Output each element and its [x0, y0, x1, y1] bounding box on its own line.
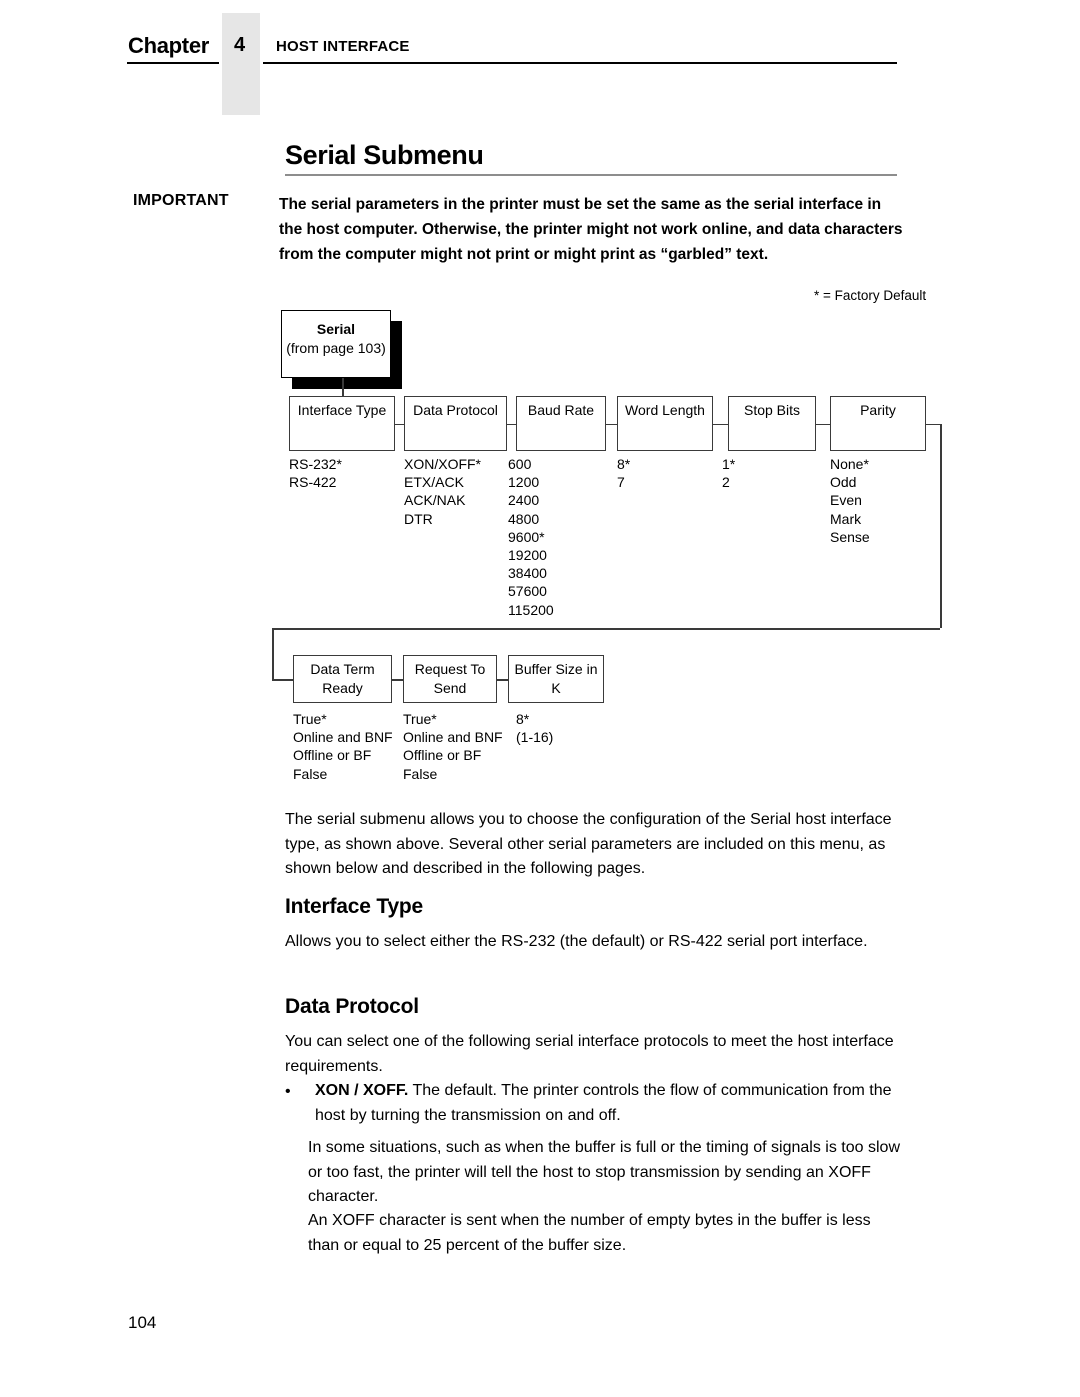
connector-row1-1 — [507, 423, 516, 425]
serial-root-box-subtitle: (from page 103) — [286, 340, 386, 356]
intro-paragraph: The serial submenu allows you to choose … — [285, 811, 892, 877]
value-item: 9600* — [508, 528, 545, 545]
value-item: 8* — [516, 711, 530, 727]
diagram-box-label: Baud Rate — [527, 402, 595, 418]
value-item: Offline or BF — [293, 747, 372, 764]
value-list-data-protocol: XON/XOFF* ETX/ACK ACK/NAK DTR — [404, 455, 481, 528]
connector-wrap-into-row2 — [272, 679, 293, 681]
value-item: 1* — [722, 456, 736, 472]
diagram-box-label: Word Length — [625, 402, 705, 418]
value-item: 2400 — [508, 492, 540, 509]
connector-root-to-row1 — [342, 378, 344, 396]
diagram-box-label: Interface Type — [297, 402, 387, 418]
value-list-stop-bits: 1* 2 — [722, 455, 735, 491]
connector-row2-0 — [392, 679, 403, 681]
diagram-box-label: Data Term — [310, 661, 375, 677]
value-item: RS-422 — [289, 474, 337, 491]
serial-root-box-title: Serial — [316, 321, 356, 337]
diagram-box-buffer-size-in-k[interactable]: Buffer Size in K — [508, 655, 604, 703]
value-item: 7 — [617, 474, 625, 491]
xoff-paragraph-1: In some situations, such as when the buf… — [308, 1139, 900, 1205]
value-item: Offline or BF — [403, 747, 482, 764]
value-item: True* — [293, 711, 327, 727]
value-item: 57600 — [508, 583, 547, 600]
value-item: 600 — [508, 456, 532, 472]
diagram-box-request-to-send[interactable]: Request To Send — [403, 655, 497, 703]
value-item: True* — [403, 711, 437, 727]
data-protocol-paragraph: You can select one of the following seri… — [285, 1033, 894, 1075]
page-number: 104 — [128, 1313, 157, 1332]
diagram-box-stop-bits[interactable]: Stop Bits — [728, 396, 816, 451]
bullet-marker: • — [285, 1083, 291, 1100]
xoff-paragraph-2: An XOFF character is sent when the numbe… — [308, 1212, 871, 1254]
value-item: Mark — [830, 510, 862, 527]
value-item: ETX/ACK — [404, 474, 464, 491]
value-list-interface-type: RS-232* RS-422 — [289, 455, 342, 491]
diagram-box-word-length[interactable]: Word Length — [617, 396, 713, 451]
value-list-buffer-size-in-k: 8* (1-16) — [516, 710, 553, 746]
connector-wrap-right — [940, 423, 942, 628]
value-item: Sense — [830, 528, 870, 545]
diagram-box-label-line2: Send — [433, 680, 467, 696]
value-item: Online and BNF — [293, 729, 393, 746]
interface-type-paragraph: Allows you to select either the RS-232 (… — [285, 933, 868, 950]
connector-row1-0 — [395, 423, 404, 425]
connector-row1-3 — [713, 423, 728, 425]
value-item: 8* — [617, 456, 631, 472]
diagram-box-label: Data Protocol — [413, 402, 498, 418]
value-item: 4800 — [508, 510, 540, 527]
value-item: False — [403, 765, 438, 782]
diagram-box-label: Request To — [414, 661, 486, 677]
diagram-box-interface-type[interactable]: Interface Type — [289, 396, 395, 451]
diagram-box-label: Stop Bits — [743, 402, 801, 418]
value-item: 38400 — [508, 565, 547, 582]
value-item: DTR — [404, 510, 433, 527]
bullet-item-xon-xoff: XON / XOFF. The default. The printer con… — [315, 1079, 905, 1128]
value-item: None* — [830, 456, 869, 472]
diagram-box-parity[interactable]: Parity — [830, 396, 926, 451]
diagram-box-serial-root[interactable]: Serial (from page 103) — [281, 310, 391, 378]
value-list-parity: None* Odd Even Mark Sense — [830, 455, 870, 546]
bullet-item-term: XON / XOFF. — [315, 1082, 409, 1099]
value-item: Odd — [830, 474, 857, 491]
value-item: 115200 — [508, 601, 554, 618]
heading-data-protocol: Data Protocol — [285, 995, 419, 1018]
connector-wrap-top — [926, 423, 940, 425]
value-list-word-length: 8* 7 — [617, 455, 630, 491]
value-list-data-term-ready: True* Online and BNF Offline or BF False — [293, 710, 393, 783]
value-list-baud-rate: 600 1200 2400 4800 9600* 19200 38400 57600 11520… — [508, 455, 554, 619]
connector-row1-2 — [606, 423, 617, 425]
value-item: RS-232* — [289, 456, 342, 472]
value-item: Online and BNF — [403, 729, 503, 746]
value-item: 1200 — [508, 474, 540, 491]
value-item: ACK/NAK — [404, 492, 466, 509]
heading-interface-type: Interface Type — [285, 895, 424, 918]
connector-row1-4 — [816, 423, 830, 425]
diagram-box-label: Parity — [860, 402, 896, 418]
value-item: Even — [830, 492, 862, 509]
connector-row2-1 — [497, 679, 508, 681]
value-item: False — [293, 765, 328, 782]
value-item: XON/XOFF* — [404, 456, 482, 472]
diagram-box-data-term-ready[interactable]: Data Term Ready — [293, 655, 392, 703]
diagram-box-label: Buffer Size in — [514, 661, 598, 677]
diagram-box-label-line2: Ready — [322, 680, 363, 696]
connector-wrap-left — [272, 628, 274, 679]
diagram-box-baud-rate[interactable]: Baud Rate — [516, 396, 606, 451]
connector-wrap-bottom — [272, 628, 940, 630]
diagram-box-data-protocol[interactable]: Data Protocol — [404, 396, 507, 451]
value-item: 2 — [722, 474, 730, 491]
value-list-request-to-send: True* Online and BNF Offline or BF False — [403, 710, 503, 783]
value-item: 19200 — [508, 547, 547, 564]
value-item: (1-16) — [516, 729, 554, 746]
diagram-box-label-line2: K — [551, 680, 561, 696]
